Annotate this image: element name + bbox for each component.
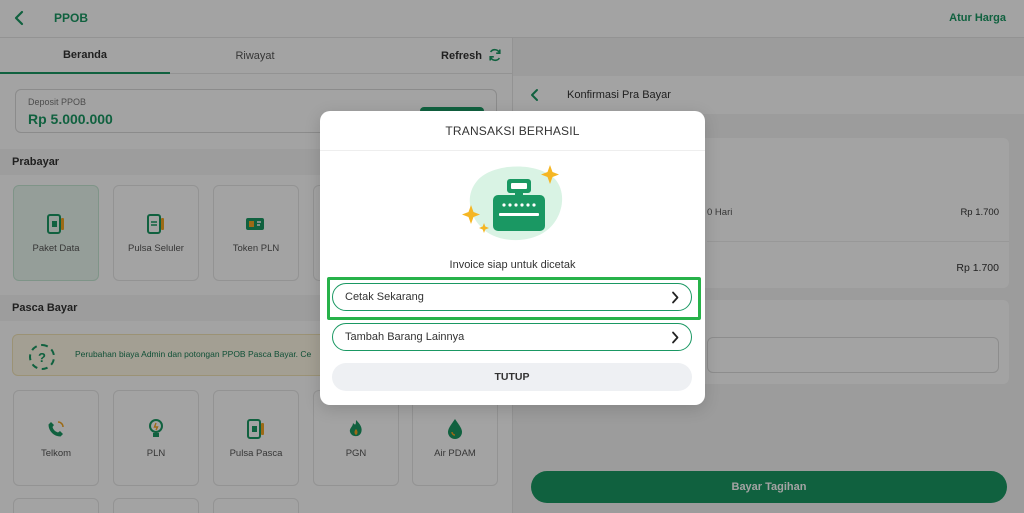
invoice-message: Invoice siap untuk dicetak — [449, 259, 576, 271]
highlight-box — [327, 277, 701, 320]
cash-register-illustration — [457, 161, 569, 245]
add-more-label: Tambah Barang Lainnya — [345, 331, 465, 343]
chevron-right-icon — [671, 331, 679, 347]
success-dialog: TRANSAKSI BERHASIL Invoice siap untuk di… — [320, 111, 705, 405]
close-button[interactable]: TUTUP — [332, 363, 692, 391]
dialog-title: TRANSAKSI BERHASIL — [320, 111, 705, 151]
add-more-items-button[interactable]: Tambah Barang Lainnya — [332, 323, 692, 351]
